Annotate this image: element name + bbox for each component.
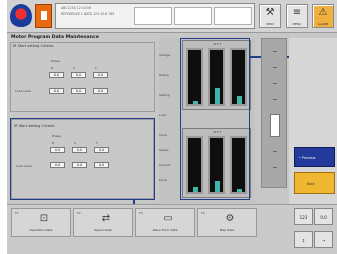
service-button[interactable]: ⚒ SERV <box>259 4 281 28</box>
arrow-key[interactable]: → <box>314 231 333 248</box>
scroll-thumb[interactable] <box>270 114 280 137</box>
value-field[interactable]: 0.0 <box>93 88 108 94</box>
column-header: S <box>74 141 76 145</box>
previous-button-label: • Previous <box>299 156 316 160</box>
meter-label: Force <box>159 178 168 182</box>
meter-label: Current <box>159 163 171 167</box>
hmi-screen: ABC1234 12:34:56 REFERENCE L DATA 123 45… <box>7 0 337 254</box>
alarm-icon: ⚠ <box>318 7 328 18</box>
meter-label: Load <box>159 113 167 117</box>
value-field[interactable]: 0.0 <box>72 147 87 153</box>
numeric-key[interactable]: 123 <box>294 208 313 225</box>
scroll-mark <box>273 83 277 84</box>
back-button-label: Back <box>307 182 315 186</box>
monitor-icon: ▭ <box>163 213 173 224</box>
message-cell <box>214 7 252 25</box>
group-label: Phase <box>51 59 60 63</box>
value-field[interactable]: 0.0 <box>50 162 65 168</box>
value-field[interactable]: 0.0 <box>93 72 108 78</box>
row-label: Load Level <box>15 89 32 93</box>
value-field[interactable]: 0.0 <box>72 162 87 168</box>
meter-label: Voltage <box>159 53 171 57</box>
value-key[interactable]: 0.0 <box>314 208 333 225</box>
function-key-wave-form-data[interactable]: F3 ▭ Wave Form Data <box>135 208 195 237</box>
message-line: ABC1234 12:34:56 <box>61 6 91 10</box>
menu-icon: ≡ <box>292 7 302 18</box>
row-label: Load Level <box>16 164 33 168</box>
message-cell <box>134 7 172 25</box>
lock-icon: ⊡ <box>39 213 49 224</box>
value-field[interactable]: 0.0 <box>50 147 65 153</box>
value-field[interactable]: 0.0 <box>49 88 64 94</box>
meter-label: Rating <box>159 73 169 77</box>
column-header: S <box>73 66 75 70</box>
function-key-number: F2 <box>77 211 81 215</box>
function-key-label: Wave Form Data <box>152 228 178 232</box>
highlight-box-meters <box>180 38 250 200</box>
scroll-mark <box>273 151 277 152</box>
column-header: R <box>52 141 55 145</box>
function-key-map-data[interactable]: F4 ⚙ Map Data <box>197 208 257 237</box>
function-key-number: F1 <box>15 211 19 215</box>
function-key-label: Operation Data <box>29 228 53 232</box>
column-header: T <box>96 141 98 145</box>
function-key-number: F4 <box>201 211 205 215</box>
service-button-label: SERV <box>266 22 274 26</box>
top-bar: ABC1234 12:34:56 REFERENCE L DATA 123 45… <box>7 0 337 33</box>
swap-icon: ⇄ <box>101 213 111 224</box>
menu-button-label: MENU <box>292 22 302 26</box>
function-key-speed-data[interactable]: F2 ⇄ Speed Data <box>73 208 133 237</box>
scroll-mark <box>273 99 277 100</box>
scroll-panel[interactable] <box>261 38 287 188</box>
settings-panel-bottom: IR Start setting Criteria Phase R S T 0.… <box>11 119 154 199</box>
value-field[interactable]: 0.0 <box>71 88 86 94</box>
meter-label: Speed <box>159 148 169 152</box>
alarm-button[interactable]: ⚠ ALARM <box>312 4 334 28</box>
meter-label: Setting <box>159 93 170 97</box>
function-key-number: F3 <box>139 211 143 215</box>
value-field[interactable]: 0.0 <box>71 72 86 78</box>
function-key-operation-data[interactable]: F1 ⊡ Operation Data <box>11 208 71 237</box>
message-line: REFERENCE L DATA 123 45.6 789 <box>61 12 115 16</box>
alarm-button-label: ALARM <box>317 22 329 26</box>
scroll-mark <box>273 167 277 168</box>
meter-label: Input <box>159 133 167 137</box>
page-title: Motor Program Data Maintenance <box>11 35 99 40</box>
panel-header: IR Start setting Criteria <box>14 124 55 128</box>
wrench-icon: ⚒ <box>265 7 275 18</box>
settings-panel-top: IR Start setting Criteria Phase R S T 0.… <box>10 42 155 112</box>
function-key-label: Speed Data <box>94 228 112 232</box>
value-field[interactable]: 0.0 <box>94 162 109 168</box>
value-field[interactable]: 0.0 <box>94 147 109 153</box>
alarm-indicator-icon[interactable] <box>35 4 52 28</box>
scroll-mark <box>273 67 277 68</box>
previous-button[interactable]: • Previous <box>294 147 335 167</box>
message-cell <box>174 7 212 25</box>
scroll-mark <box>273 51 277 52</box>
column-header: T <box>95 66 97 70</box>
panel-header: IR Start setting Criteria <box>13 44 54 48</box>
function-key-label: Map Data <box>219 228 235 232</box>
back-button[interactable]: Back <box>294 172 335 194</box>
logo-icon <box>10 4 32 29</box>
scroll-key[interactable]: ↕ <box>294 231 313 248</box>
column-header: R <box>51 66 54 70</box>
settings-icon: ⚙ <box>225 213 235 224</box>
group-label: Phase <box>52 134 61 138</box>
menu-button[interactable]: ≡ MENU <box>286 4 308 28</box>
value-field[interactable]: 0.0 <box>49 72 64 78</box>
message-display: ABC1234 12:34:56 REFERENCE L DATA 123 45… <box>55 3 255 29</box>
message-cells <box>134 7 252 25</box>
